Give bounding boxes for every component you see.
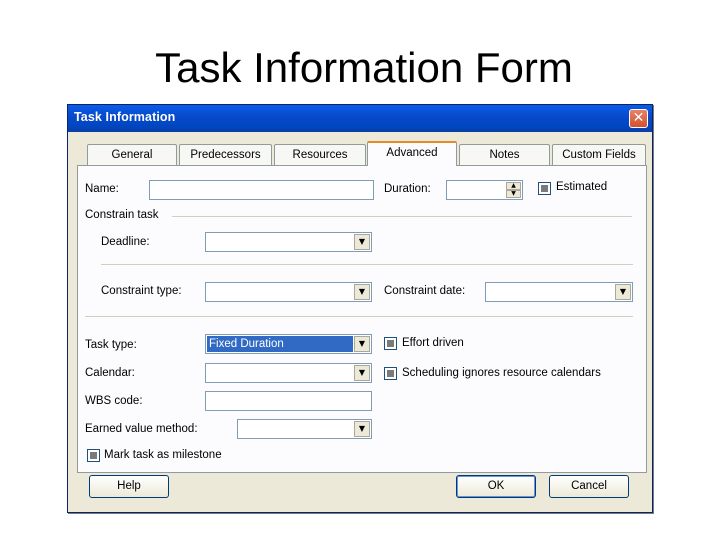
cancel-button[interactable]: Cancel bbox=[549, 475, 629, 498]
dialog-titlebar[interactable]: Task Information ✕ bbox=[68, 105, 652, 132]
name-label: Name: bbox=[85, 183, 119, 195]
tab-resources[interactable]: Resources bbox=[274, 144, 366, 165]
estimated-checkbox[interactable] bbox=[538, 182, 551, 195]
scheduling-ignores-checkbox[interactable] bbox=[384, 367, 397, 380]
advanced-tab-panel: Name: Duration: ▲ ▼ Estimated Constrain … bbox=[77, 165, 647, 473]
task-type-value: Fixed Duration bbox=[207, 336, 353, 352]
constraint-date-dropdown[interactable]: ▼ bbox=[485, 282, 633, 302]
help-button[interactable]: Help bbox=[89, 475, 169, 498]
chevron-down-icon[interactable]: ▼ bbox=[354, 234, 370, 250]
task-type-dropdown[interactable]: Fixed Duration ▼ bbox=[205, 334, 372, 354]
effort-driven-checkbox[interactable] bbox=[384, 337, 397, 350]
constraint-date-label: Constraint date: bbox=[384, 285, 466, 297]
earned-value-method-value bbox=[239, 421, 353, 437]
chevron-down-icon[interactable]: ▼ bbox=[354, 421, 370, 437]
dialog-title: Task Information bbox=[74, 110, 176, 124]
chevron-down-icon[interactable]: ▼ bbox=[354, 336, 370, 352]
duration-stepper[interactable]: ▲ ▼ bbox=[446, 180, 523, 200]
ok-button[interactable]: OK bbox=[456, 475, 536, 498]
scheduling-ignores-label: Scheduling ignores resource calendars bbox=[402, 367, 601, 379]
deadline-label: Deadline: bbox=[101, 236, 150, 248]
mark-milestone-label: Mark task as milestone bbox=[104, 449, 222, 461]
task-type-label: Task type: bbox=[85, 339, 137, 351]
chevron-down-icon[interactable]: ▼ bbox=[354, 284, 370, 300]
constraint-type-value bbox=[207, 284, 353, 300]
calendar-dropdown[interactable]: ▼ bbox=[205, 363, 372, 383]
duration-spin-buttons[interactable]: ▲ ▼ bbox=[506, 182, 521, 198]
spin-up-icon[interactable]: ▲ bbox=[506, 182, 521, 190]
wbs-code-input[interactable] bbox=[205, 391, 372, 411]
earned-value-method-label: Earned value method: bbox=[85, 423, 198, 435]
tab-notes[interactable]: Notes bbox=[459, 144, 550, 165]
effort-driven-label: Effort driven bbox=[402, 337, 464, 349]
close-button[interactable]: ✕ bbox=[629, 109, 648, 128]
constraint-type-dropdown[interactable]: ▼ bbox=[205, 282, 372, 302]
constrain-inner-divider bbox=[101, 264, 633, 266]
deadline-dropdown[interactable]: ▼ bbox=[205, 232, 372, 252]
task-information-dialog: Task Information ✕ General Predecessors … bbox=[67, 104, 653, 513]
tab-predecessors[interactable]: Predecessors bbox=[179, 144, 272, 165]
constrain-task-group-label: Constrain task bbox=[85, 209, 159, 221]
duration-label: Duration: bbox=[384, 183, 431, 195]
tab-custom-fields[interactable]: Custom Fields bbox=[552, 144, 646, 165]
wbs-code-label: WBS code: bbox=[85, 395, 143, 407]
tab-general[interactable]: General bbox=[87, 144, 177, 165]
section-divider bbox=[85, 316, 633, 318]
calendar-label: Calendar: bbox=[85, 367, 135, 379]
tab-strip: General Predecessors Resources Advanced … bbox=[77, 141, 647, 166]
earned-value-method-dropdown[interactable]: ▼ bbox=[237, 419, 372, 439]
spin-down-icon[interactable]: ▼ bbox=[506, 190, 521, 198]
close-icon: ✕ bbox=[632, 110, 645, 126]
chevron-down-icon[interactable]: ▼ bbox=[615, 284, 631, 300]
constrain-group-divider bbox=[172, 216, 632, 218]
deadline-value bbox=[207, 234, 353, 250]
tab-advanced[interactable]: Advanced bbox=[367, 141, 457, 166]
estimated-label: Estimated bbox=[556, 181, 608, 193]
calendar-value bbox=[207, 365, 353, 381]
constraint-date-value bbox=[487, 284, 614, 300]
constraint-type-label: Constraint type: bbox=[101, 285, 182, 297]
chevron-down-icon[interactable]: ▼ bbox=[354, 365, 370, 381]
name-input[interactable] bbox=[149, 180, 374, 200]
mark-milestone-checkbox[interactable] bbox=[87, 449, 100, 462]
slide-title: Task Information Form bbox=[155, 44, 573, 91]
